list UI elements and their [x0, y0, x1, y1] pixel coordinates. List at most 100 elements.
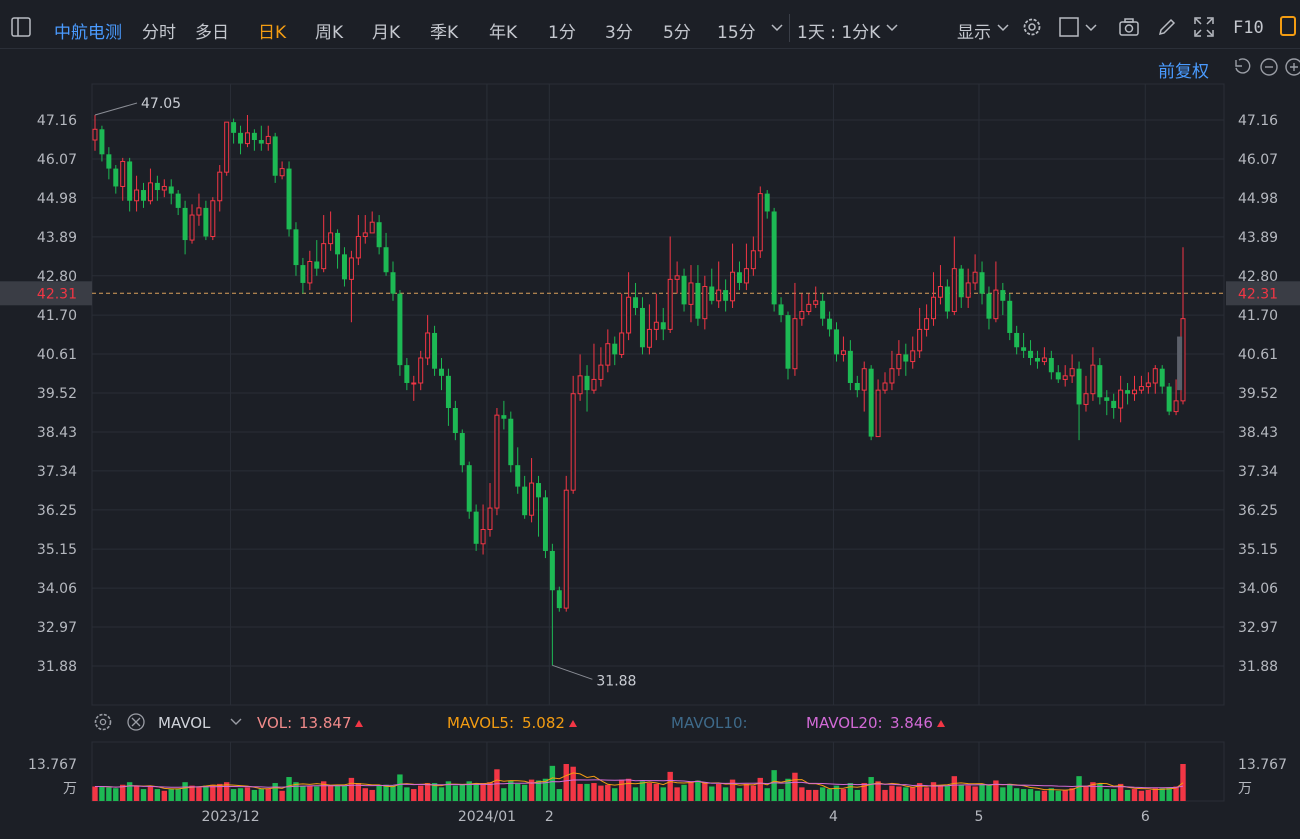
candle-body[interactable] — [244, 132, 250, 145]
volume-bar[interactable] — [501, 788, 507, 801]
candle-body[interactable] — [681, 275, 687, 305]
candle-body[interactable] — [439, 368, 444, 376]
candle-body[interactable] — [307, 261, 313, 284]
candle-body[interactable] — [210, 200, 216, 237]
volume-bar[interactable] — [667, 771, 673, 801]
candle-body[interactable] — [501, 415, 507, 419]
candle-body[interactable] — [549, 550, 555, 591]
candle-body[interactable] — [348, 257, 354, 280]
volume-bar[interactable] — [480, 783, 486, 801]
candle-body[interactable] — [154, 182, 160, 191]
volume-bar[interactable] — [736, 788, 743, 801]
volume-bar[interactable] — [681, 784, 687, 801]
volume-bar[interactable] — [826, 789, 833, 801]
volume-bar[interactable] — [154, 789, 161, 801]
volume-bar[interactable] — [646, 783, 653, 801]
volume-bar[interactable] — [459, 784, 465, 801]
volume-bar[interactable] — [792, 772, 798, 801]
volume-bar[interactable] — [612, 788, 618, 801]
volume-bar[interactable] — [362, 788, 368, 801]
candle-body[interactable] — [570, 393, 576, 491]
candle-body[interactable] — [328, 232, 334, 245]
volume-bar[interactable] — [549, 765, 556, 801]
candle-body[interactable] — [459, 433, 465, 466]
candle-body[interactable] — [847, 350, 853, 383]
candle-body[interactable] — [341, 254, 347, 280]
candle-body[interactable] — [875, 389, 881, 438]
candle-body[interactable] — [272, 136, 278, 176]
volume-bar[interactable] — [390, 785, 396, 801]
candle-body[interactable] — [1125, 390, 1131, 394]
kline-chart[interactable]: 47.1646.0744.9843.8942.8041.7040.6139.52… — [0, 0, 1300, 839]
candle-body[interactable] — [106, 154, 112, 169]
volume-bar[interactable] — [106, 787, 112, 801]
candle-body[interactable] — [1159, 368, 1165, 387]
candle-body[interactable] — [508, 418, 514, 466]
candle-body[interactable] — [903, 354, 909, 362]
candle-body[interactable] — [127, 161, 133, 201]
volume-bar[interactable] — [563, 764, 569, 801]
volume-bar[interactable] — [702, 782, 708, 801]
volume-bar[interactable] — [494, 769, 500, 801]
volume-bar[interactable] — [743, 783, 750, 801]
volume-bar[interactable] — [404, 787, 410, 801]
candle-body[interactable] — [522, 486, 528, 516]
candle-body[interactable] — [175, 193, 181, 208]
volume-bar[interactable] — [1110, 789, 1117, 801]
candle-body[interactable] — [1041, 357, 1047, 363]
volume-bar[interactable] — [771, 770, 777, 801]
volume-bar[interactable] — [1180, 764, 1186, 801]
candle-body[interactable] — [390, 272, 396, 294]
volume-bar[interactable] — [986, 784, 992, 801]
volume-bar[interactable] — [147, 786, 154, 801]
candle-body[interactable] — [639, 307, 645, 348]
volume-bar[interactable] — [452, 785, 459, 801]
volume-bar[interactable] — [418, 785, 424, 801]
candle-body[interactable] — [335, 232, 341, 255]
volume-bar[interactable] — [1145, 789, 1152, 801]
candle-body[interactable] — [1076, 368, 1082, 405]
volume-bar[interactable] — [1000, 787, 1006, 801]
candle-body[interactable] — [806, 303, 812, 313]
volume-bar[interactable] — [133, 786, 140, 801]
candle-body[interactable] — [1083, 393, 1089, 405]
candle-body[interactable] — [674, 275, 680, 280]
volume-bar[interactable] — [923, 787, 930, 801]
candle-body[interactable] — [868, 368, 874, 437]
volume-bar[interactable] — [161, 790, 168, 801]
candle-body[interactable] — [612, 343, 618, 355]
volume-bars[interactable] — [92, 764, 1186, 801]
candle-body[interactable] — [473, 511, 479, 544]
volume-bar[interactable] — [903, 787, 909, 801]
volume-bar[interactable] — [778, 789, 784, 801]
volume-bar[interactable] — [258, 789, 265, 801]
candle-body[interactable] — [536, 483, 542, 498]
volume-bar[interactable] — [300, 786, 306, 801]
candle-body[interactable] — [1152, 368, 1158, 384]
volume-bar[interactable] — [785, 778, 791, 801]
candle-body[interactable] — [813, 300, 819, 305]
candle-body[interactable] — [279, 168, 285, 177]
candle-body[interactable] — [404, 365, 410, 383]
volume-bar[interactable] — [1020, 789, 1027, 801]
candle-body[interactable] — [716, 289, 722, 302]
volume-bar[interactable] — [910, 787, 916, 801]
volume-bar[interactable] — [515, 783, 521, 801]
candle-body[interactable] — [161, 185, 167, 191]
candle-body[interactable] — [1118, 389, 1124, 409]
volume-bar[interactable] — [237, 788, 244, 801]
volume-bar[interactable] — [882, 789, 888, 801]
volume-bar[interactable] — [230, 789, 237, 801]
volume-bar[interactable] — [1124, 789, 1131, 801]
candle-body[interactable] — [1069, 368, 1075, 377]
candle-body[interactable] — [1048, 357, 1054, 373]
volume-bar[interactable] — [993, 780, 999, 801]
candle-body[interactable] — [563, 489, 569, 609]
volume-bar[interactable] — [889, 785, 895, 801]
candle-body[interactable] — [785, 315, 791, 369]
volume-bar[interactable] — [286, 777, 292, 801]
volume-bar[interactable] — [819, 787, 826, 801]
candle-body[interactable] — [224, 121, 230, 173]
volume-bar[interactable] — [937, 785, 944, 801]
volume-bar[interactable] — [806, 789, 812, 801]
